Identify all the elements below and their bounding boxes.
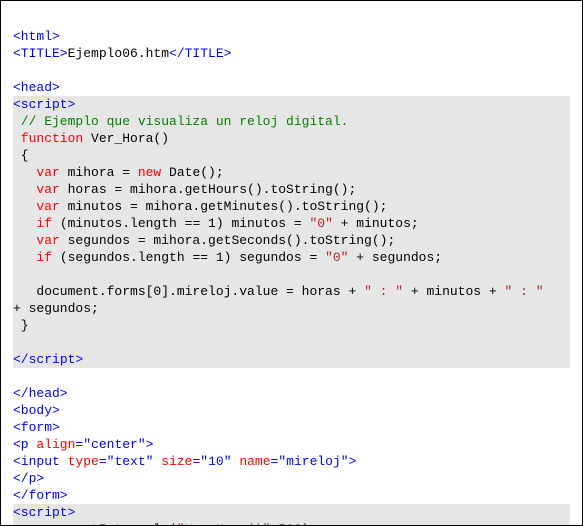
code-line: </head>: [13, 386, 68, 401]
code-line: <head>: [13, 80, 60, 95]
code-line: <html>: [13, 29, 60, 44]
code-line: </form>: [13, 488, 68, 503]
code-line: <script> var r = setInterval ("Ver_Hora(…: [13, 504, 570, 526]
code-line: <script> // Ejemplo que visualiza un rel…: [13, 96, 570, 368]
code-line: </p>: [13, 471, 44, 486]
code-line: <input type="text" size="10" name="mirel…: [13, 454, 356, 469]
code-line: <body>: [13, 403, 60, 418]
code-line: <p align="center">: [13, 437, 153, 452]
code-line: <TITLE>Ejemplo06.htm</TITLE>: [13, 46, 231, 61]
code-line: <form>: [13, 420, 60, 435]
code-viewer: <html> <TITLE>Ejemplo06.htm</TITLE> <hea…: [0, 0, 583, 526]
